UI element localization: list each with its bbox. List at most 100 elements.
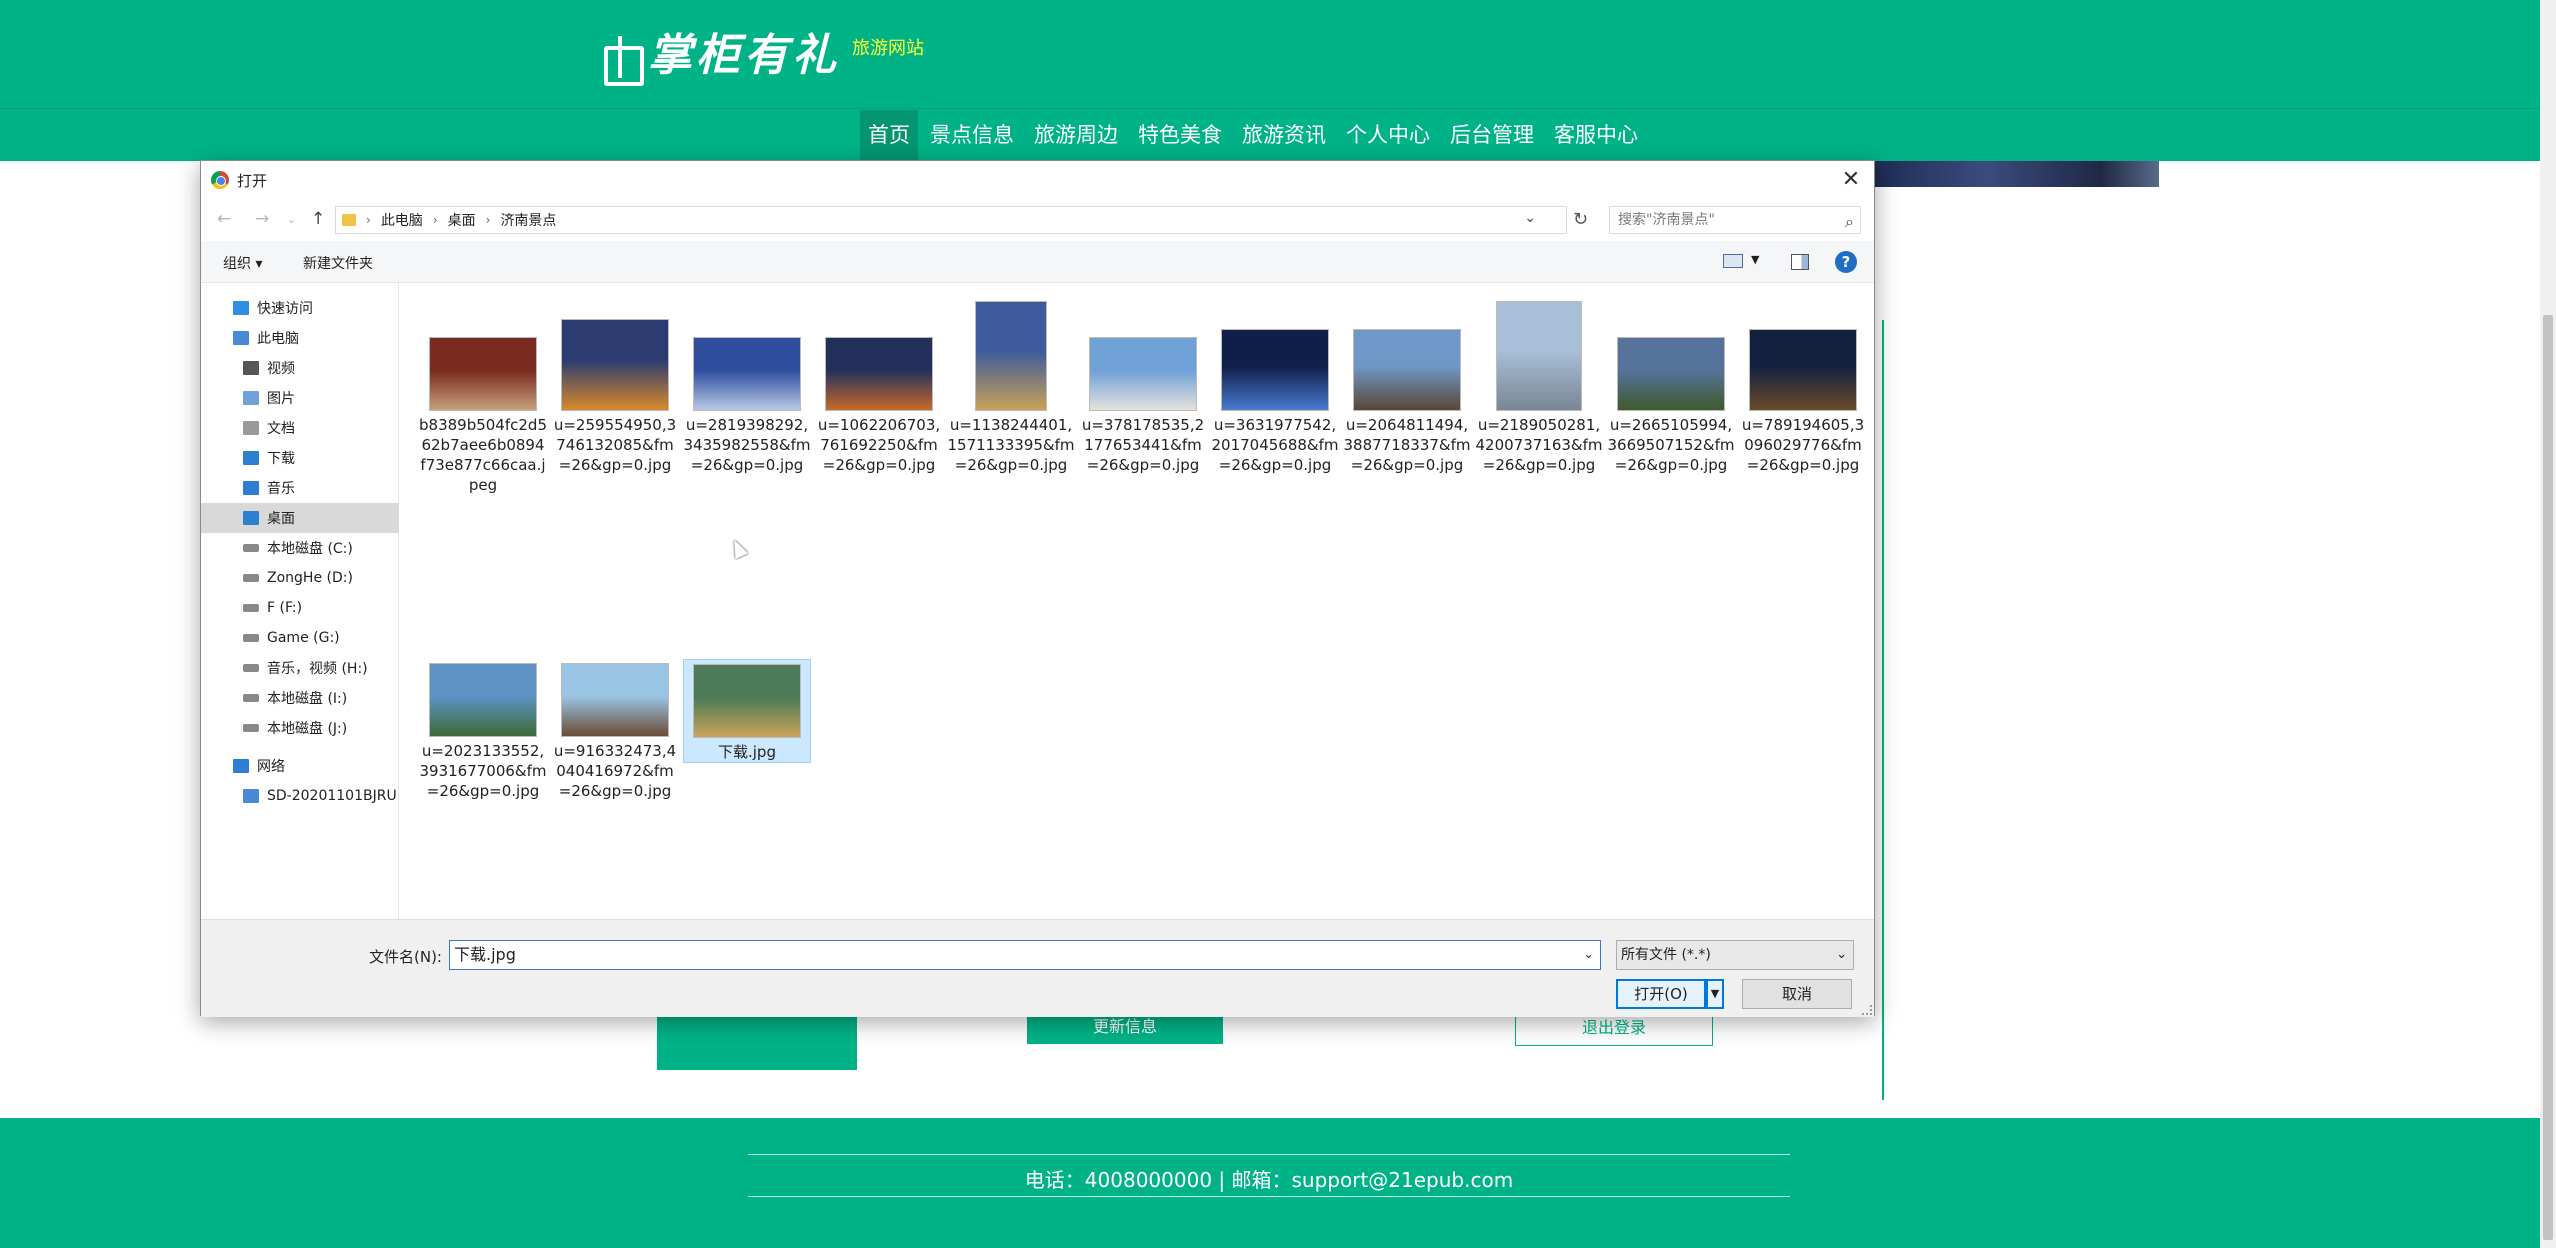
file-item[interactable]: b8389b504fc2d562b7aee6b0894f73e877c66caa…	[419, 295, 547, 495]
nav-item-home[interactable]: 首页	[860, 110, 918, 160]
breadcrumb-this-pc[interactable]: 此电脑	[381, 210, 423, 230]
close-icon[interactable]: ✕	[1836, 165, 1866, 195]
file-item[interactable]: u=259554950,3746132085&fm=26&gp=0.jpg	[551, 295, 679, 475]
search-icon[interactable]: ⌕	[1845, 209, 1854, 235]
file-item[interactable]: u=2064811494,3887718337&fm=26&gp=0.jpg	[1343, 295, 1471, 475]
site-logo[interactable]: 掌柜有礼 旅游网站	[600, 28, 924, 86]
address-bar[interactable]: › 此电脑 › 桌面 › 济南景点 ⌄	[335, 206, 1567, 234]
sidebar-item[interactable]: 文档	[201, 413, 399, 443]
up-arrow-icon[interactable]: ↑	[311, 209, 325, 229]
nav-item-travel-around[interactable]: 旅游周边	[1026, 110, 1126, 160]
thumbnail-frame	[1211, 295, 1339, 411]
chevron-down-icon[interactable]: ⌄	[1524, 210, 1536, 226]
nav-item-service[interactable]: 客服中心	[1546, 110, 1646, 160]
thumbnail-frame	[551, 295, 679, 411]
sidebar-item[interactable]: 下载	[201, 443, 399, 473]
help-icon[interactable]: ?	[1835, 251, 1857, 273]
sidebar-item[interactable]: 本地磁盘 (I:)	[201, 683, 399, 713]
network-icon	[233, 759, 249, 773]
forward-arrow-icon[interactable]: →	[255, 209, 269, 229]
resize-grip-icon[interactable]	[1862, 1005, 1872, 1015]
file-name: u=3631977542,2017045688&fm=26&gp=0.jpg	[1211, 416, 1339, 474]
file-item[interactable]: u=2819398292,3435982558&fm=26&gp=0.jpg	[683, 295, 811, 475]
nav-item-news[interactable]: 旅游资讯	[1234, 110, 1334, 160]
file-name: u=259554950,3746132085&fm=26&gp=0.jpg	[553, 416, 677, 474]
desktop-icon	[243, 511, 259, 525]
folder-icon	[342, 214, 356, 226]
file-list: b8389b504fc2d562b7aee6b0894f73e877c66caa…	[401, 283, 1875, 919]
sidebar-item[interactable]: 音乐	[201, 473, 399, 503]
image-thumbnail	[693, 337, 801, 411]
image-thumbnail	[1496, 301, 1582, 411]
file-item[interactable]: u=1062206703,761692250&fm=26&gp=0.jpg	[815, 295, 943, 475]
sidebar-item-label: 本地磁盘 (J:)	[267, 721, 348, 737]
sidebar-item[interactable]: 本地磁盘 (J:)	[201, 713, 399, 743]
sidebar-item[interactable]: Game (G:)	[201, 623, 399, 653]
preview-pane-icon[interactable]	[1791, 254, 1809, 270]
chevron-right-icon[interactable]: ›	[366, 213, 371, 227]
sidebar-item[interactable]: 桌面	[201, 503, 399, 533]
nav-item-admin[interactable]: 后台管理	[1442, 110, 1542, 160]
nav-item-profile[interactable]: 个人中心	[1338, 110, 1438, 160]
file-item[interactable]: u=2665105994,3669507152&fm=26&gp=0.jpg	[1607, 295, 1735, 475]
breadcrumb-desktop[interactable]: 桌面	[448, 210, 476, 230]
thumbnail-frame	[1739, 295, 1867, 411]
image-thumbnail	[1749, 329, 1857, 411]
sidebar-item[interactable]: 图片	[201, 383, 399, 413]
drive-icon	[243, 574, 259, 582]
search-input[interactable]: 搜索"济南景点" ⌕	[1609, 206, 1861, 234]
scrollbar-thumb[interactable]	[2543, 315, 2553, 1240]
chevron-down-icon[interactable]: ⌄	[1836, 941, 1847, 969]
file-item[interactable]: 下载.jpg	[683, 659, 811, 763]
sidebar-item-label: 此电脑	[257, 331, 299, 347]
footer-contact: 电话：4008000000 | 邮箱：support@21epub.com	[1024, 1168, 1514, 1192]
open-dropdown-icon[interactable]: ▼	[1706, 979, 1724, 1009]
network-computer-icon	[243, 789, 259, 803]
thumbnail-frame	[419, 295, 547, 411]
cancel-button[interactable]: 取消	[1742, 979, 1852, 1009]
file-item[interactable]: u=916332473,4040416972&fm=26&gp=0.jpg	[551, 659, 679, 801]
sidebar-item[interactable]: 此电脑	[201, 323, 399, 353]
filename-input[interactable]: 下载.jpg ⌄	[449, 940, 1601, 970]
navigation-pane: 快速访问此电脑视频图片文档 下载 音乐 桌面 本地磁盘 (C:) ZongHe (D:) F…	[201, 283, 399, 919]
gift-icon	[600, 34, 644, 86]
file-item[interactable]: u=2189050281,4200737163&fm=26&gp=0.jpg	[1475, 295, 1603, 475]
sidebar-item[interactable]: 快速访问	[201, 293, 399, 323]
sidebar-item[interactable]: 网络	[201, 751, 399, 781]
new-folder-button[interactable]: 新建文件夹	[303, 253, 373, 273]
nav-item-attractions[interactable]: 景点信息	[922, 110, 1022, 160]
filetype-select[interactable]: 所有文件 (*.*) ⌄	[1616, 940, 1854, 970]
sidebar-item[interactable]: 音乐，视频 (H:)	[201, 653, 399, 683]
file-item[interactable]: u=3631977542,2017045688&fm=26&gp=0.jpg	[1211, 295, 1339, 475]
sidebar-item-label: 图片	[267, 391, 295, 407]
sidebar-item[interactable]: SD-20201101BJRU	[201, 781, 399, 811]
organize-button[interactable]: 组织 ▾	[223, 253, 262, 273]
view-icon[interactable]	[1723, 254, 1743, 268]
nav-divider	[0, 108, 2540, 109]
file-name: b8389b504fc2d562b7aee6b0894f73e877c66caa…	[419, 416, 547, 494]
file-item[interactable]: u=789194605,3096029776&fm=26&gp=0.jpg	[1739, 295, 1867, 475]
drive-icon	[243, 664, 259, 672]
dialog-titlebar[interactable]: 打开 ✕	[201, 161, 1874, 199]
chevron-down-icon[interactable]: ▼	[1751, 253, 1759, 266]
sidebar-item[interactable]: 本地磁盘 (C:)	[201, 533, 399, 563]
sidebar-item[interactable]: 视频	[201, 353, 399, 383]
file-name: u=789194605,3096029776&fm=26&gp=0.jpg	[1741, 416, 1865, 474]
page-scrollbar[interactable]	[2540, 0, 2556, 1248]
back-arrow-icon[interactable]: ←	[217, 209, 231, 229]
nav-item-food[interactable]: 特色美食	[1130, 110, 1230, 160]
refresh-icon[interactable]: ↻	[1573, 209, 1588, 230]
sidebar-item[interactable]: F (F:)	[201, 593, 399, 623]
chevron-right-icon[interactable]: ›	[486, 213, 491, 227]
chevron-down-icon[interactable]: ⌄	[1583, 941, 1594, 969]
chevron-right-icon[interactable]: ›	[433, 213, 438, 227]
dialog-toolbar: 组织 ▾ 新建文件夹 ▼ ?	[201, 241, 1874, 283]
open-button[interactable]: 打开(O)	[1616, 979, 1706, 1009]
filename-value: 下载.jpg	[454, 945, 516, 964]
file-item[interactable]: u=1138244401,1571133395&fm=26&gp=0.jpg	[947, 295, 1075, 475]
recent-chevron-icon[interactable]: ⌄	[287, 213, 296, 226]
file-item[interactable]: u=2023133552,3931677006&fm=26&gp=0.jpg	[419, 659, 547, 801]
sidebar-item[interactable]: ZongHe (D:)	[201, 563, 399, 593]
breadcrumb-folder[interactable]: 济南景点	[500, 210, 556, 230]
file-item[interactable]: u=378178535,2177653441&fm=26&gp=0.jpg	[1079, 295, 1207, 475]
